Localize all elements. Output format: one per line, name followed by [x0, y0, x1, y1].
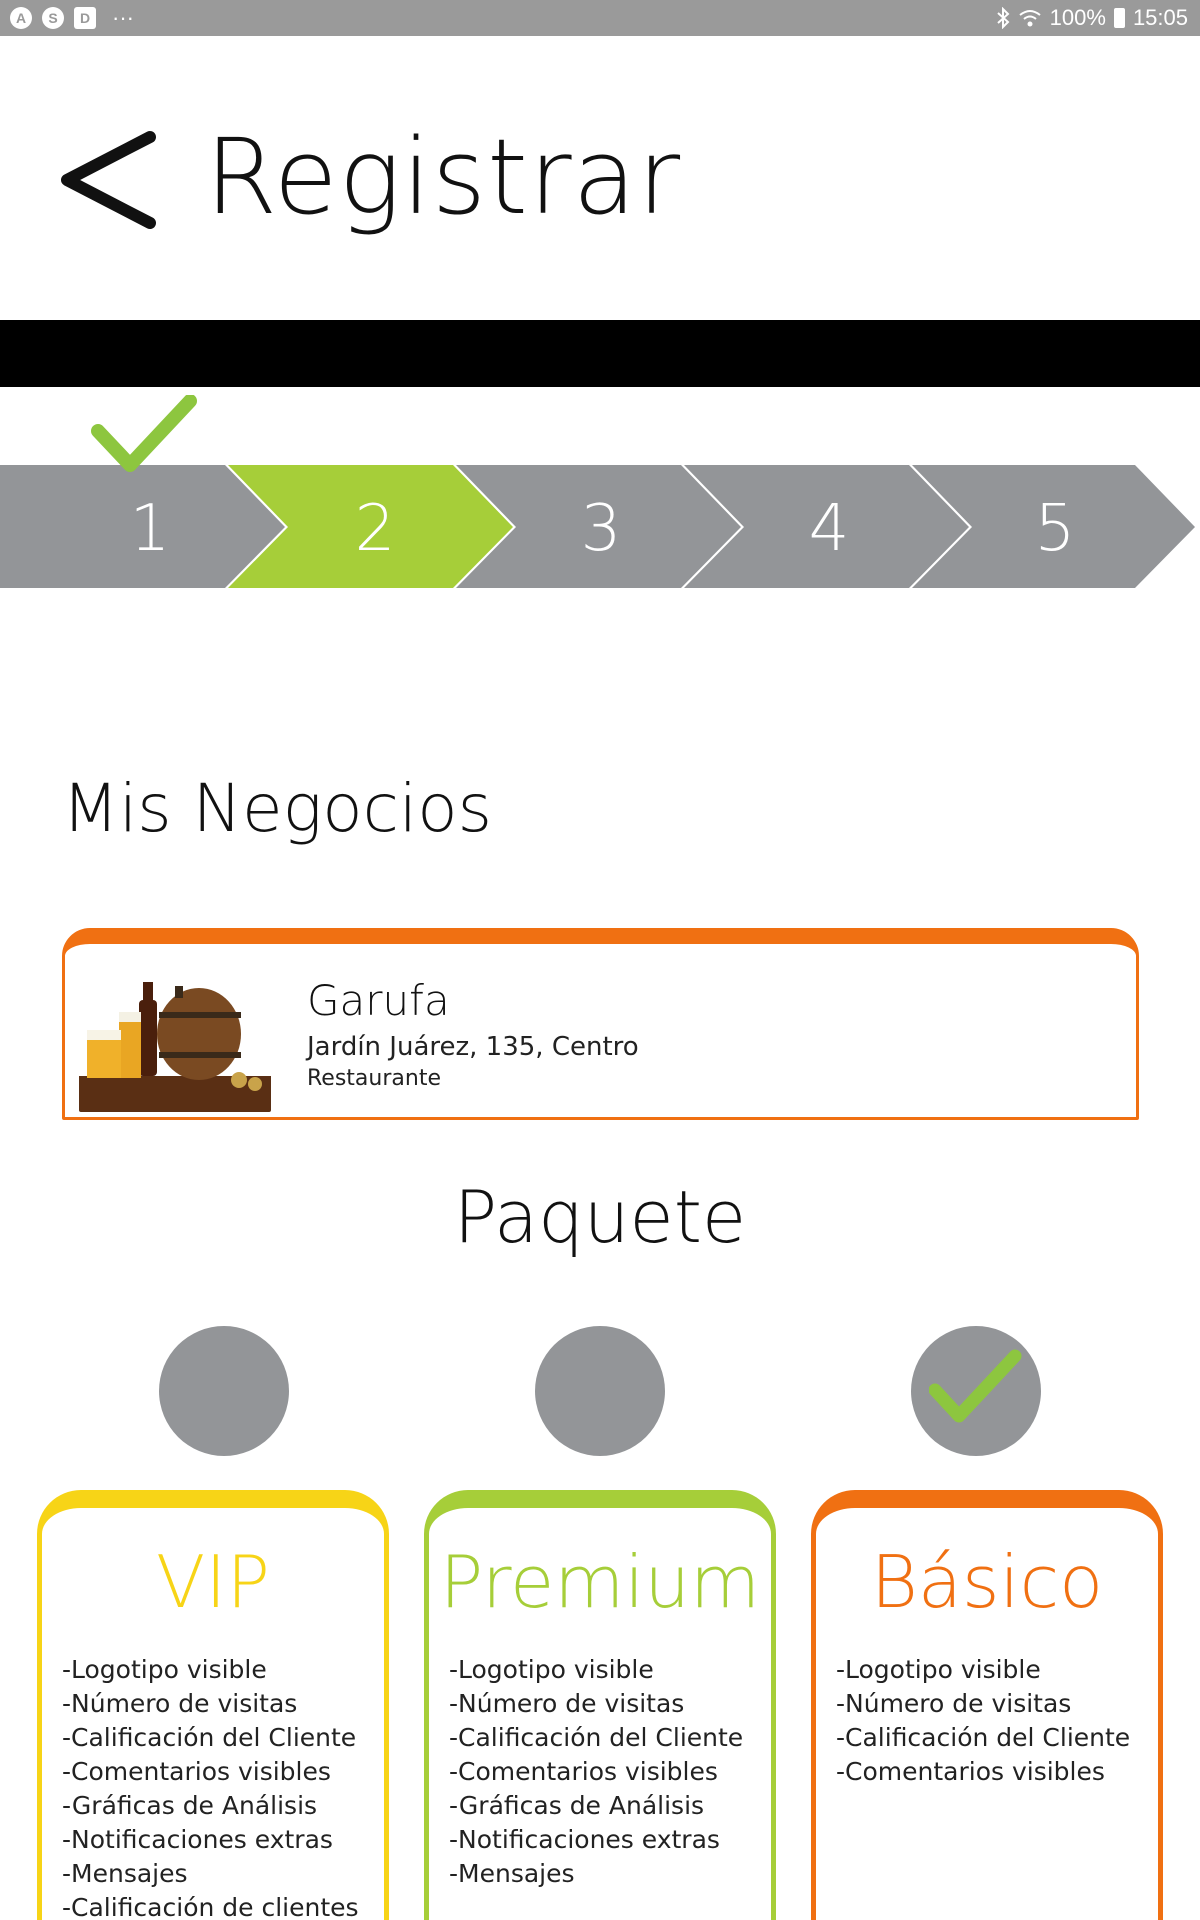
- business-name: Garufa: [307, 976, 450, 1025]
- header-divider-bar: [0, 320, 1200, 387]
- my-businesses-title: Mis Negocios: [62, 770, 492, 847]
- feature-item: -Comentarios visibles: [62, 1757, 331, 1786]
- premium-package-card[interactable]: Premium -Logotipo visible -Número de vis…: [424, 1490, 776, 1920]
- package-features: -Logotipo visible -Número de visitas -Ca…: [449, 1653, 743, 1891]
- feature-item: -Número de visitas: [836, 1689, 1072, 1718]
- package-title: Paquete: [453, 1175, 747, 1259]
- business-thumbnail: [79, 972, 271, 1112]
- feature-item: -Logotipo visible: [836, 1655, 1041, 1684]
- wifi-icon: [1019, 10, 1041, 27]
- page-title: Registrar: [205, 116, 682, 238]
- feature-item: -Notificaciones extras: [449, 1825, 720, 1854]
- package-name: Básico: [870, 1540, 1104, 1624]
- vip-package-card[interactable]: VIP -Logotipo visible -Número de visitas…: [37, 1490, 389, 1920]
- step-label-3: 3: [580, 492, 622, 566]
- step-label-4: 4: [808, 492, 850, 566]
- app-notification-icon: D: [74, 7, 96, 29]
- chevron-left-icon: [61, 131, 156, 229]
- basic-package-card[interactable]: Básico -Logotipo visible -Número de visi…: [811, 1490, 1163, 1920]
- app-notification-icon: S: [42, 7, 64, 29]
- feature-item: -Calificación de clientes: [62, 1893, 359, 1920]
- feature-item: -Número de visitas: [62, 1689, 298, 1718]
- step-completed-check-icon: [91, 395, 197, 472]
- package-name: Premium: [439, 1540, 761, 1624]
- feature-item: -Logotipo visible: [449, 1655, 654, 1684]
- step-label-5: 5: [1034, 492, 1076, 566]
- step-label-1: 1: [129, 492, 171, 566]
- business-address: Jardín Juárez, 135, Centro: [307, 1032, 639, 1062]
- business-card[interactable]: Garufa Jardín Juárez, 135, Centro Restau…: [62, 928, 1139, 1120]
- feature-item: -Comentarios visibles: [449, 1757, 718, 1786]
- feature-item: -Logotipo visible: [62, 1655, 267, 1684]
- app-notification-icon: A: [10, 7, 32, 29]
- package-name: VIP: [156, 1540, 270, 1624]
- feature-item: -Mensajes: [62, 1859, 188, 1888]
- more-notifications-icon: ···: [112, 5, 134, 30]
- step-label-2: 2: [354, 492, 396, 566]
- package-features: -Logotipo visible -Número de visitas -Ca…: [836, 1653, 1130, 1789]
- feature-item: -Gráficas de Análisis: [449, 1791, 705, 1820]
- clock: 15:05: [1132, 5, 1188, 30]
- status-bar: A S D ··· 100% 15:05: [0, 0, 1200, 36]
- feature-item: -Número de visitas: [449, 1689, 685, 1718]
- battery-level: 100%: [1049, 5, 1106, 30]
- feature-item: -Notificaciones extras: [62, 1825, 333, 1854]
- feature-item: -Mensajes: [449, 1859, 575, 1888]
- beer-barrel-image: [79, 972, 271, 1112]
- status-bar-right: 100% 15:05: [996, 4, 1188, 32]
- feature-item: -Comentarios visibles: [836, 1757, 1105, 1786]
- bluetooth-icon: [996, 7, 1010, 29]
- basic-radio-button[interactable]: [911, 1326, 1041, 1456]
- battery-icon: [1113, 8, 1125, 28]
- feature-item: -Calificación del Cliente: [836, 1723, 1131, 1752]
- feature-item: -Calificación del Cliente: [449, 1723, 744, 1752]
- back-button[interactable]: [55, 125, 165, 235]
- feature-item: -Gráficas de Análisis: [62, 1791, 318, 1820]
- feature-item: -Calificación del Cliente: [62, 1723, 357, 1752]
- status-bar-left: A S D ···: [10, 5, 134, 30]
- premium-radio-button[interactable]: [535, 1326, 665, 1456]
- package-features: -Logotipo visible -Número de visitas -Ca…: [62, 1653, 359, 1920]
- check-icon: [929, 1349, 1022, 1423]
- business-category: Restaurante: [307, 1066, 441, 1091]
- vip-radio-button[interactable]: [159, 1326, 289, 1456]
